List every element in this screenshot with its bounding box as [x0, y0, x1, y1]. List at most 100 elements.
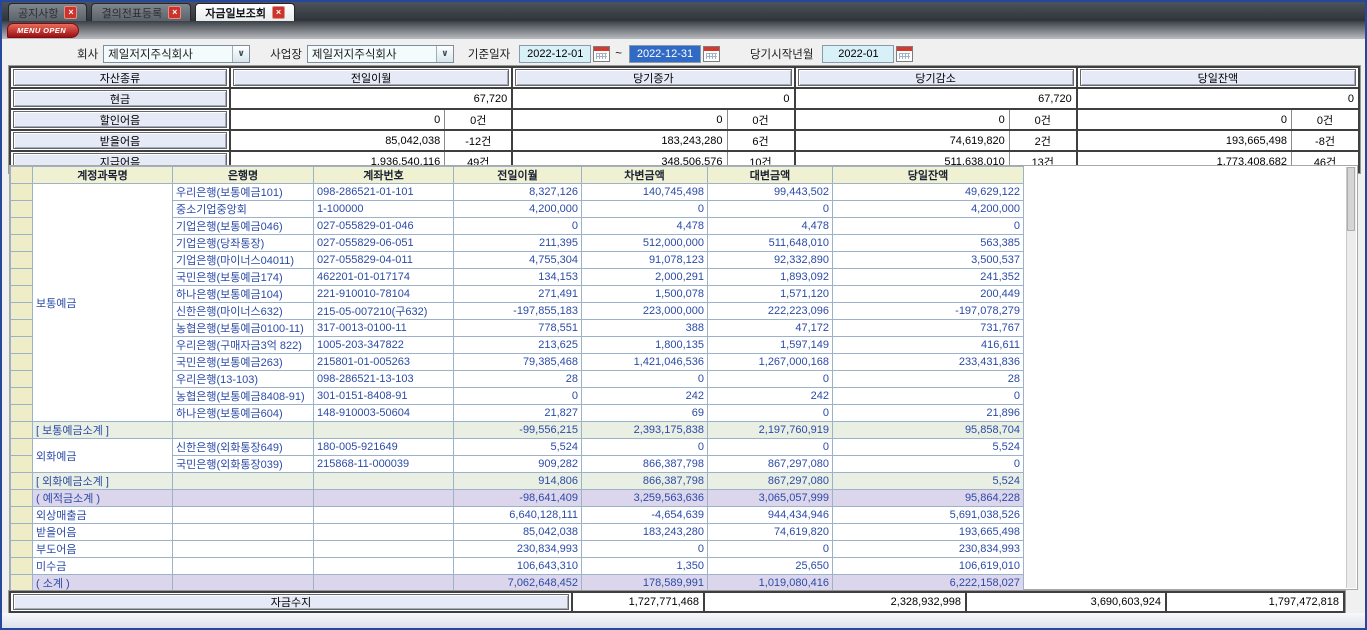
- account-title-cell[interactable]: [ 보통예금소계 ]: [33, 422, 173, 439]
- amount-cell[interactable]: 106,619,010: [833, 558, 1024, 575]
- bank-name-cell[interactable]: 하나은행(보통예금104): [173, 286, 314, 303]
- account-number-cell[interactable]: [314, 558, 454, 575]
- row-selector-cell[interactable]: [11, 201, 33, 218]
- bank-name-cell[interactable]: [173, 422, 314, 439]
- bank-name-cell[interactable]: [173, 507, 314, 524]
- amount-cell[interactable]: 867,297,080: [708, 456, 833, 473]
- amount-cell[interactable]: 242: [582, 388, 708, 405]
- amount-cell[interactable]: 223,000,000: [582, 303, 708, 320]
- amount-cell[interactable]: 0: [708, 541, 833, 558]
- row-selector-cell[interactable]: [11, 575, 33, 592]
- amount-cell[interactable]: 778,551: [454, 320, 582, 337]
- amount-cell[interactable]: 0: [582, 201, 708, 218]
- bank-name-cell[interactable]: 기업은행(보통예금046): [173, 218, 314, 235]
- date-from-input[interactable]: [519, 45, 591, 63]
- amount-cell[interactable]: 85,042,038: [454, 524, 582, 541]
- tab-close-icon[interactable]: ×: [64, 6, 77, 19]
- amount-cell[interactable]: 5,524: [833, 439, 1024, 456]
- account-number-cell[interactable]: 1-100000: [314, 201, 454, 218]
- amount-cell[interactable]: 1,500,078: [582, 286, 708, 303]
- amount-cell[interactable]: 200,449: [833, 286, 1024, 303]
- row-selector-cell[interactable]: [11, 235, 33, 252]
- amount-cell[interactable]: 1,597,149: [708, 337, 833, 354]
- amount-cell[interactable]: 944,434,946: [708, 507, 833, 524]
- amount-cell[interactable]: 4,755,304: [454, 252, 582, 269]
- account-title-cell[interactable]: 받을어음: [33, 524, 173, 541]
- amount-cell[interactable]: 3,500,537: [833, 252, 1024, 269]
- calendar-icon[interactable]: [703, 46, 720, 62]
- bank-name-cell[interactable]: 중소기업중앙회: [173, 201, 314, 218]
- amount-cell[interactable]: 3,259,563,636: [582, 490, 708, 507]
- amount-cell[interactable]: 211,395: [454, 235, 582, 252]
- amount-cell[interactable]: 0: [454, 388, 582, 405]
- row-selector-cell[interactable]: [11, 184, 33, 201]
- row-selector-cell[interactable]: [11, 388, 33, 405]
- account-number-cell[interactable]: 1005-203-347822: [314, 337, 454, 354]
- amount-cell[interactable]: 69: [582, 405, 708, 422]
- account-number-cell[interactable]: [314, 473, 454, 490]
- row-selector-cell[interactable]: [11, 422, 33, 439]
- amount-cell[interactable]: 230,834,993: [833, 541, 1024, 558]
- bank-name-cell[interactable]: 하나은행(보통예금604): [173, 405, 314, 422]
- tab-close-icon[interactable]: ×: [168, 6, 181, 19]
- amount-cell[interactable]: 193,665,498: [833, 524, 1024, 541]
- bank-name-cell[interactable]: [173, 524, 314, 541]
- account-number-cell[interactable]: 098-286521-13-103: [314, 371, 454, 388]
- amount-cell[interactable]: 140,745,498: [582, 184, 708, 201]
- row-selector-cell[interactable]: [11, 524, 33, 541]
- amount-cell[interactable]: -197,855,183: [454, 303, 582, 320]
- row-selector-cell[interactable]: [11, 456, 33, 473]
- row-selector-cell[interactable]: [11, 490, 33, 507]
- calendar-icon[interactable]: [896, 46, 913, 62]
- account-number-cell[interactable]: 027-055829-06-051: [314, 235, 454, 252]
- amount-cell[interactable]: 0: [708, 201, 833, 218]
- bank-name-cell[interactable]: 국민은행(외화통장039): [173, 456, 314, 473]
- amount-cell[interactable]: 178,589,991: [582, 575, 708, 592]
- amount-cell[interactable]: 909,282: [454, 456, 582, 473]
- row-selector-cell[interactable]: [11, 269, 33, 286]
- amount-cell[interactable]: 47,172: [708, 320, 833, 337]
- amount-cell[interactable]: 5,524: [454, 439, 582, 456]
- row-selector-cell[interactable]: [11, 558, 33, 575]
- row-selector-cell[interactable]: [11, 252, 33, 269]
- amount-cell[interactable]: 6,222,158,027: [833, 575, 1024, 592]
- bank-name-cell[interactable]: [173, 575, 314, 592]
- company-select[interactable]: 제일저지주식회사 ∨: [103, 45, 250, 63]
- row-selector-cell[interactable]: [11, 286, 33, 303]
- amount-cell[interactable]: 0: [833, 218, 1024, 235]
- amount-cell[interactable]: 222,223,096: [708, 303, 833, 320]
- account-number-cell[interactable]: 180-005-921649: [314, 439, 454, 456]
- amount-cell[interactable]: 183,243,280: [582, 524, 708, 541]
- amount-cell[interactable]: 79,385,468: [454, 354, 582, 371]
- amount-cell[interactable]: 2,393,175,838: [582, 422, 708, 439]
- date-to-input[interactable]: [629, 45, 701, 63]
- account-number-cell[interactable]: [314, 422, 454, 439]
- account-number-cell[interactable]: [314, 541, 454, 558]
- account-number-cell[interactable]: [314, 507, 454, 524]
- bank-name-cell[interactable]: 신한은행(외화통장649): [173, 439, 314, 456]
- amount-cell[interactable]: 4,478: [582, 218, 708, 235]
- amount-cell[interactable]: 1,421,046,536: [582, 354, 708, 371]
- amount-cell[interactable]: 0: [708, 439, 833, 456]
- account-number-cell[interactable]: 148-910003-50604: [314, 405, 454, 422]
- account-title-cell[interactable]: [ 외화예금소계 ]: [33, 473, 173, 490]
- amount-cell[interactable]: 92,332,890: [708, 252, 833, 269]
- amount-cell[interactable]: 867,297,080: [708, 473, 833, 490]
- amount-cell[interactable]: 95,858,704: [833, 422, 1024, 439]
- amount-cell[interactable]: 21,827: [454, 405, 582, 422]
- amount-cell[interactable]: 1,571,120: [708, 286, 833, 303]
- amount-cell[interactable]: 0: [708, 405, 833, 422]
- amount-cell[interactable]: 99,443,502: [708, 184, 833, 201]
- tab-fund-daily-report[interactable]: 자금일보조회 ×: [195, 3, 295, 21]
- amount-cell[interactable]: 241,352: [833, 269, 1024, 286]
- account-title-cell[interactable]: 외상매출금: [33, 507, 173, 524]
- amount-cell[interactable]: 74,619,820: [708, 524, 833, 541]
- account-number-cell[interactable]: 317-0013-0100-11: [314, 320, 454, 337]
- account-number-cell[interactable]: 301-0151-8408-91: [314, 388, 454, 405]
- row-selector-cell[interactable]: [11, 337, 33, 354]
- amount-cell[interactable]: 1,800,135: [582, 337, 708, 354]
- amount-cell[interactable]: 271,491: [454, 286, 582, 303]
- amount-cell[interactable]: 28: [833, 371, 1024, 388]
- bank-name-cell[interactable]: 우리은행(13-103): [173, 371, 314, 388]
- scrollbar-thumb[interactable]: [1347, 167, 1355, 231]
